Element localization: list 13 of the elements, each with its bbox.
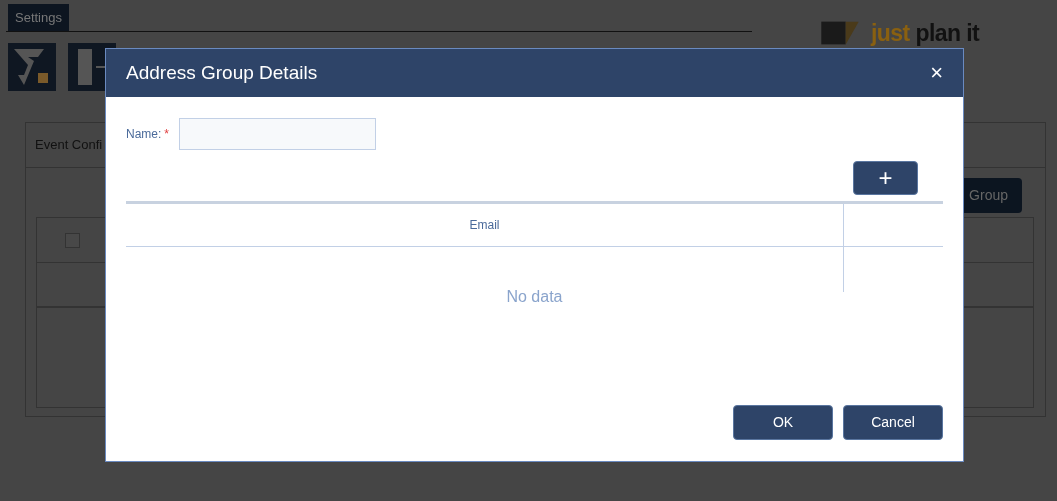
empty-message: No data xyxy=(506,287,563,307)
field-label: Name: xyxy=(126,127,162,141)
close-button[interactable]: × xyxy=(930,62,943,84)
required-mark: * xyxy=(164,127,169,141)
dialog-button[interactable]: Cancel xyxy=(843,405,943,440)
dialog-title: Address Group Details xyxy=(126,60,318,85)
column-header: Email xyxy=(469,217,500,234)
name-input-field[interactable] xyxy=(179,118,376,150)
add-button[interactable]: + xyxy=(853,161,918,195)
logo-text: just xyxy=(871,19,910,46)
settings-tab[interactable]: Settings xyxy=(8,4,69,31)
dialog-button[interactable]: OK xyxy=(733,405,833,440)
filter-calendar-icon[interactable] xyxy=(8,43,56,91)
